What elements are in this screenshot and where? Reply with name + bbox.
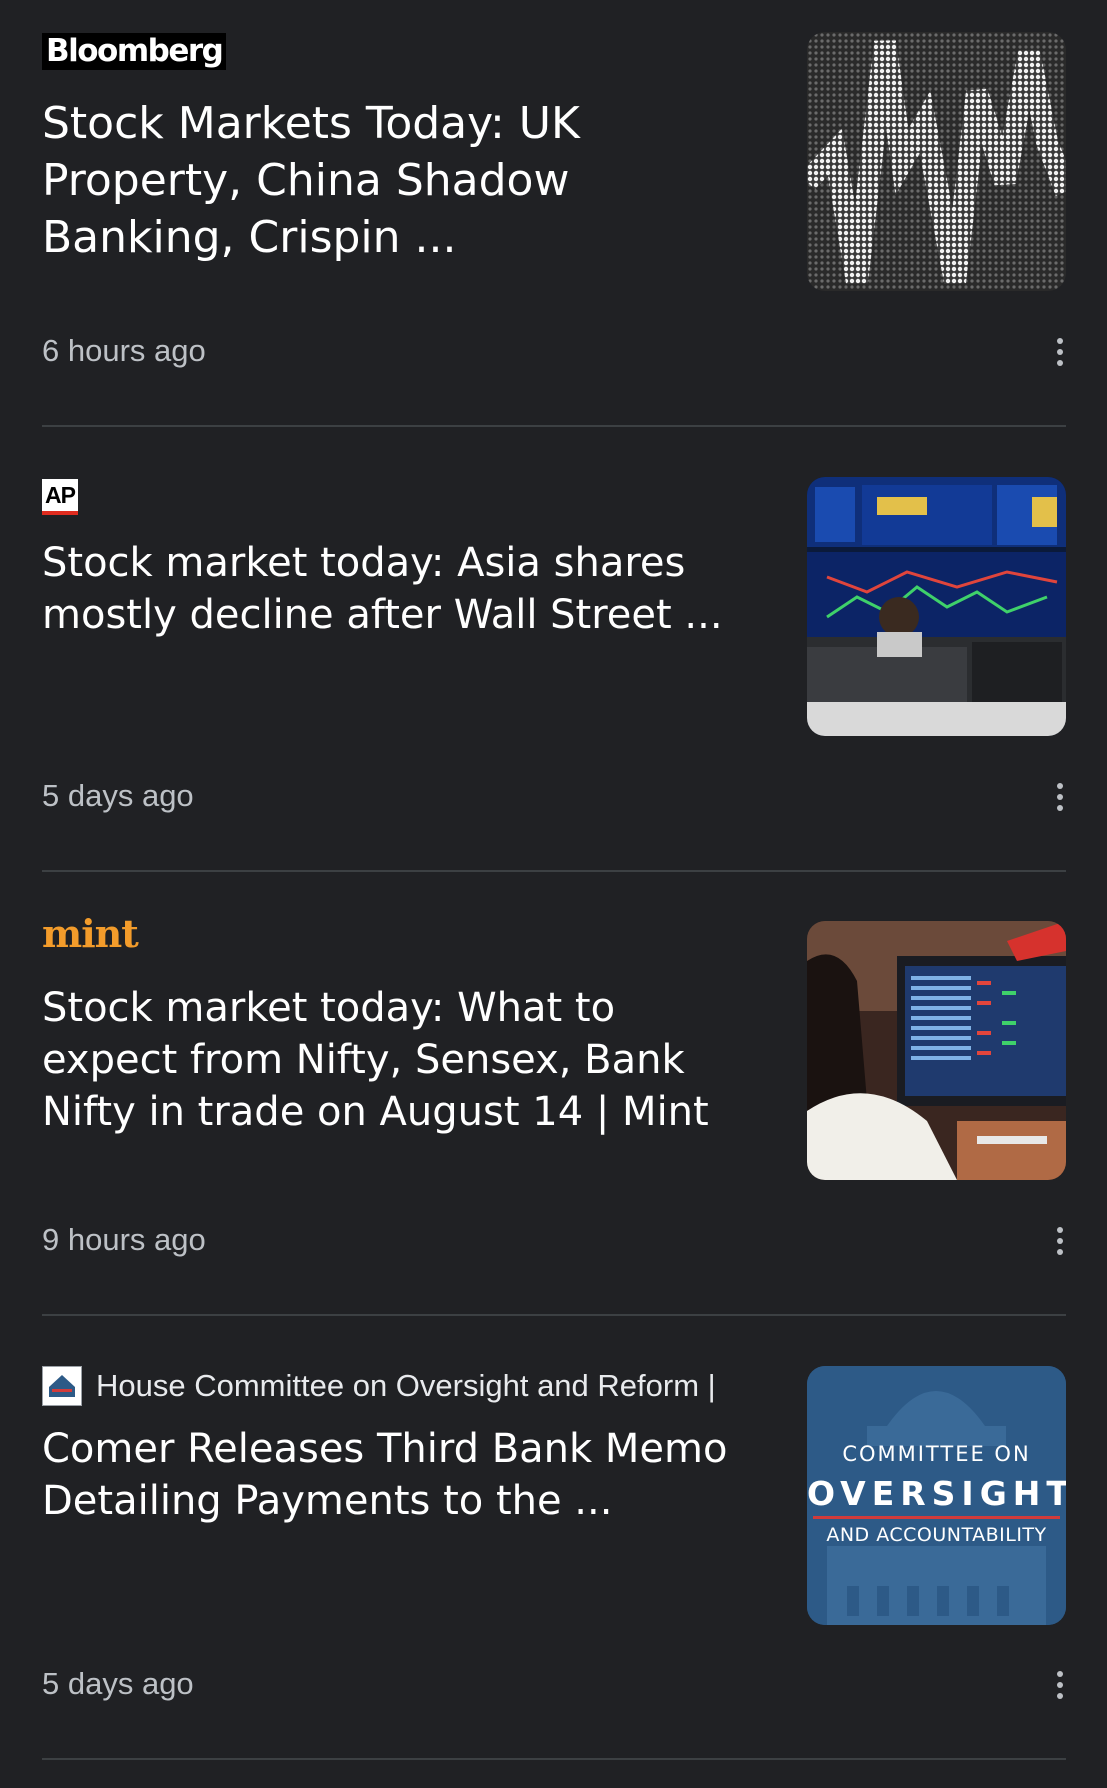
bloomberg-logo: Bloomberg (42, 33, 227, 70)
article-timestamp: 9 hours ago (42, 1222, 206, 1257)
publisher-name: House Committee on Oversight and Reform … (96, 1368, 716, 1403)
article-title[interactable]: Stock Markets Today: UK Property, China … (42, 95, 762, 266)
news-article-card[interactable]: Bloomberg Stock Markets Today: UK Proper… (0, 0, 1107, 427)
thumbnail-rule (813, 1516, 1060, 1519)
more-vert-icon[interactable] (1052, 780, 1068, 816)
more-vert-icon[interactable] (1052, 1668, 1068, 1704)
trading-room-thumbnail (807, 477, 1066, 736)
article-title[interactable]: Stock market today: What to expect from … (42, 982, 762, 1138)
article-thumbnail (807, 32, 1066, 291)
news-article-card[interactable]: AP Stock market today: Asia shares mostl… (0, 427, 1107, 872)
thumbnail-text-bottom: AND ACCOUNTABILITY (826, 1524, 1047, 1546)
trader-monitor-thumbnail (807, 921, 1066, 1180)
mint-logo: mint (42, 911, 139, 956)
thumbnail-text-main: OVERSIGHT (807, 1474, 1066, 1513)
article-thumbnail (807, 921, 1066, 1180)
news-article-card[interactable]: House Committee on Oversight and Reform … (0, 1316, 1107, 1760)
publisher-row: House Committee on Oversight and Reform … (42, 1366, 716, 1406)
article-timestamp: 5 days ago (42, 778, 194, 813)
news-article-card[interactable]: mint Stock market today: What to expect … (0, 872, 1107, 1316)
more-vert-icon[interactable] (1052, 335, 1068, 371)
stock-chart-thumbnail (807, 32, 1066, 291)
divider (42, 1758, 1066, 1760)
more-vert-icon[interactable] (1052, 1224, 1068, 1260)
article-timestamp: 5 days ago (42, 1666, 194, 1701)
article-timestamp: 6 hours ago (42, 333, 206, 368)
article-title[interactable]: Comer Releases Third Bank Memo Detailing… (42, 1423, 762, 1527)
thumbnail-text-top: COMMITTEE ON (842, 1442, 1031, 1466)
article-thumbnail: COMMITTEE ON OVERSIGHT AND ACCOUNTABILIT… (807, 1366, 1066, 1625)
ap-logo: AP (42, 479, 78, 515)
article-thumbnail (807, 477, 1066, 736)
house-committee-logo-icon (42, 1366, 82, 1406)
article-title[interactable]: Stock market today: Asia shares mostly d… (42, 537, 762, 641)
